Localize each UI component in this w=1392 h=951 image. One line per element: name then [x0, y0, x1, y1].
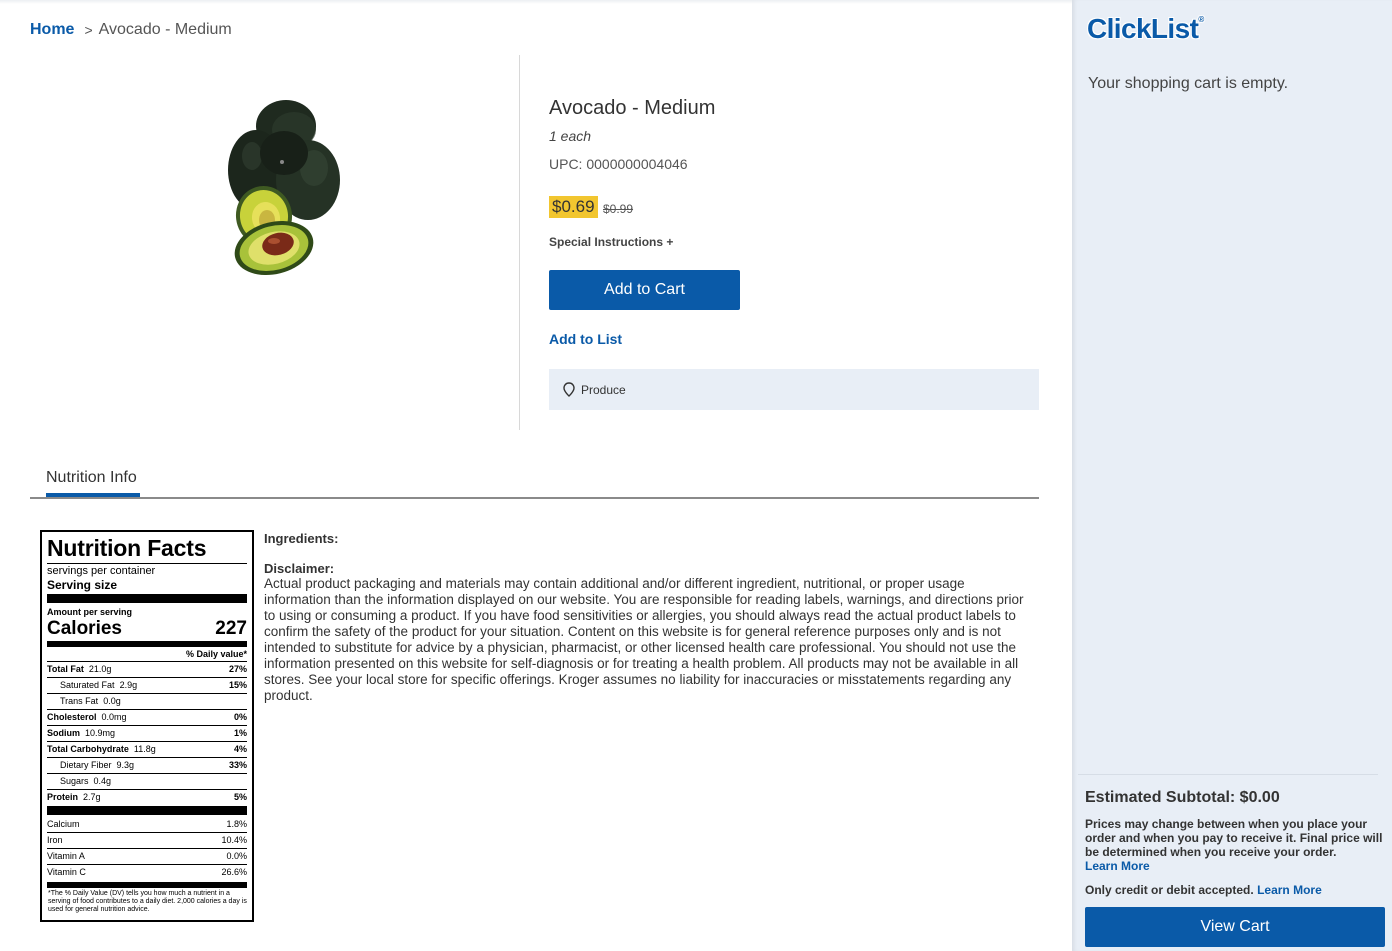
daily-value-header: % Daily value*	[47, 649, 247, 662]
daily-value-footnote: *The % Daily Value (DV) tells you how mu…	[48, 890, 247, 913]
nutrient-row: Protein 2.7g 5%	[47, 792, 247, 802]
nutrition-title: Nutrition Facts	[47, 535, 207, 561]
nutrition-facts-label: Nutrition Facts servings per container S…	[40, 530, 254, 922]
nutrient-row: Cholesterol 0.0mg 0%	[47, 710, 247, 726]
ingredients-heading: Ingredients:	[264, 531, 339, 546]
serving-size: Serving size	[47, 578, 118, 592]
cart-sidebar: ClickList® Your shopping cart is empty. …	[1072, 0, 1392, 951]
estimated-subtotal: Estimated Subtotal: $0.00	[1085, 789, 1280, 806]
servings-per-container: servings per container	[47, 565, 156, 577]
calories-row: Calories 227	[47, 618, 247, 640]
top-shadow	[0, 0, 1072, 4]
product-title: Avocado - Medium	[549, 97, 716, 119]
breadcrumb-separator: >	[84, 22, 93, 38]
amount-per-serving: Amount per serving	[47, 607, 133, 617]
nutrient-row: Sodium 10.9mg 1%	[47, 726, 247, 742]
vitamin-row: Calcium 1.8%	[47, 817, 247, 833]
avocado-icon	[228, 100, 340, 276]
vitamin-row: Vitamin C 26.6%	[47, 867, 247, 877]
payment-note: Only credit or debit accepted. Learn Mor…	[1085, 883, 1322, 897]
clicklist-logo[interactable]: ClickList®	[1087, 13, 1204, 45]
calories-value: 227	[215, 618, 247, 639]
breadcrumb-home-link[interactable]: Home	[30, 21, 74, 39]
sale-price: $0.69	[549, 196, 598, 218]
nutrient-row: Trans Fat 0.0g	[47, 694, 247, 710]
learn-more-link-payment[interactable]: Learn More	[1257, 883, 1322, 897]
tab-bar-line	[30, 497, 1039, 499]
cart-empty-message: Your shopping cart is empty.	[1088, 75, 1289, 92]
vitamin-row: Vitamin A 0.0%	[47, 849, 247, 865]
add-to-cart-button[interactable]: Add to Cart	[549, 270, 740, 310]
location-label: Produce	[581, 382, 626, 397]
view-cart-button[interactable]: View Cart	[1085, 907, 1385, 947]
nutrient-row: Sugars 0.4g	[47, 774, 247, 790]
disclaimer-text: Actual product packaging and materials m…	[264, 576, 1024, 703]
breadcrumb-current: Avocado - Medium	[98, 21, 232, 38]
learn-more-link-prices[interactable]: Learn More	[1085, 859, 1150, 873]
nutrient-row: Total Fat 21.0g 27%	[47, 662, 247, 678]
nutrient-row: Saturated Fat 2.9g 15%	[47, 678, 247, 694]
location-pin-icon	[563, 382, 575, 397]
special-instructions-toggle[interactable]: Special Instructions +	[549, 235, 673, 249]
calories-label: Calories	[47, 618, 122, 639]
breadcrumb: Home > Avocado - Medium	[30, 21, 232, 39]
sidebar-divider	[1078, 774, 1378, 775]
nutrient-row: Dietary Fiber 9.3g 33%	[47, 758, 247, 774]
nutrient-row: Total Carbohydrate 11.8g 4%	[47, 742, 247, 758]
prices-note: Prices may change between when you place…	[1085, 817, 1383, 859]
product-image	[222, 98, 344, 280]
product-size: 1 each	[549, 128, 592, 144]
add-to-list-link[interactable]: Add to List	[549, 331, 622, 347]
disclaimer-heading: Disclaimer:	[264, 561, 335, 576]
original-price: $0.99	[603, 202, 634, 216]
vitamin-row: Iron 10.4%	[47, 833, 247, 849]
product-upc: UPC: 0000000004046	[549, 156, 688, 172]
vertical-divider	[519, 55, 520, 430]
product-location: Produce	[549, 369, 1039, 410]
active-tab-indicator	[46, 493, 140, 497]
tab-nutrition-info[interactable]: Nutrition Info	[46, 469, 137, 487]
